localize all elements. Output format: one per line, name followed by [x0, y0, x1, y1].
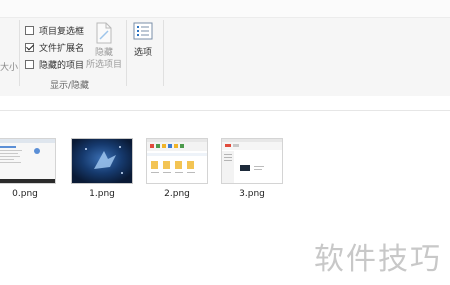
file-extensions-checkbox[interactable] [25, 42, 34, 52]
watermark-text: 软件技巧 [314, 242, 442, 277]
hide-document-icon [96, 22, 112, 44]
app-window-thumbnail-icon [221, 138, 283, 184]
options-icon [133, 22, 153, 40]
ribbon-separator [163, 20, 164, 86]
file-name: 3.png [239, 189, 265, 199]
file-item[interactable]: 2.png [146, 138, 208, 199]
options-label: 选项 [133, 48, 152, 58]
file-item[interactable]: 3.png [221, 138, 283, 199]
file-item[interactable]: 0.png [0, 138, 56, 199]
hidden-items-label: 隐藏的项目 [39, 60, 85, 71]
app-window-thumbnail-icon [146, 138, 208, 184]
hidden-items-checkbox[interactable] [25, 59, 34, 69]
show-hide-group-label: 显示/隐藏 [50, 81, 90, 91]
file-name: 2.png [164, 189, 190, 199]
hide-label: 隐藏 [94, 48, 113, 58]
selected-items-label: 所选项目 [85, 60, 122, 70]
size-label-partial: 大小 [0, 63, 19, 73]
file-name: 1.png [89, 189, 115, 199]
file-extensions-label: 文件扩展名 [39, 43, 85, 54]
item-checkboxes-option[interactable]: 项目复选框 [25, 23, 84, 37]
ribbon-tab-strip [0, 0, 450, 18]
ribbon-separator [19, 20, 20, 86]
file-extensions-option[interactable]: 文件扩展名 [25, 40, 84, 54]
ribbon-separator [126, 20, 127, 86]
hide-selected-items-button[interactable]: 隐藏 所选项目 [85, 22, 123, 72]
item-checkboxes-checkbox[interactable] [25, 25, 34, 35]
item-checkboxes-label: 项目复选框 [39, 26, 85, 37]
options-button[interactable]: 选项 [128, 22, 158, 62]
screenshot-thumbnail-icon [0, 138, 56, 184]
dark-blue-image-thumbnail-icon [71, 138, 133, 184]
hidden-items-option[interactable]: 隐藏的项目 [25, 57, 84, 71]
file-name: 0.png [12, 189, 38, 199]
file-item[interactable]: 1.png [71, 138, 133, 199]
address-bar-area [0, 96, 450, 111]
ribbon: 大小 项目复选框 文件扩展名 隐藏的项目 隐藏 所选项目 选项 显示/隐藏 [0, 0, 450, 97]
